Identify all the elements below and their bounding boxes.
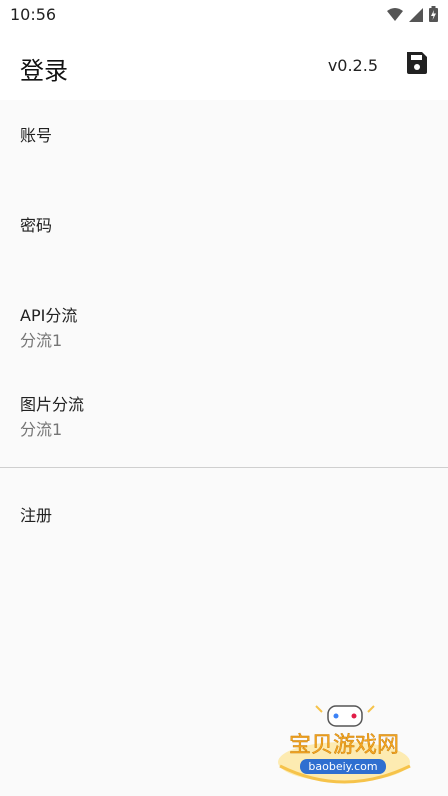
save-icon [405, 51, 429, 79]
cellular-signal-icon [409, 7, 423, 26]
app-bar: 登录 v0.2.5 [0, 30, 448, 100]
password-title: 密码 [20, 216, 53, 235]
battery-charging-icon [429, 6, 438, 26]
account-title: 账号 [20, 126, 53, 145]
watermark-logo: 宝贝游戏网 baobeiy.com [272, 702, 417, 786]
status-icons [387, 6, 438, 26]
page-title: 登录 [20, 57, 68, 85]
image-shunt-preference[interactable]: 图片分流 分流1 [0, 370, 448, 460]
status-bar: 10:56 [0, 0, 448, 30]
register-preference[interactable]: 注册 [0, 468, 448, 558]
version-label: v0.2.5 [327, 56, 378, 75]
api-shunt-summary: 分流1 [20, 331, 63, 350]
api-shunt-preference[interactable]: API分流 分流1 [0, 280, 448, 370]
password-preference[interactable]: 密码 [0, 190, 448, 280]
api-shunt-title: API分流 [20, 306, 78, 325]
register-title: 注册 [20, 506, 53, 525]
account-preference[interactable]: 账号 [0, 100, 448, 190]
image-shunt-summary: 分流1 [20, 420, 63, 439]
image-shunt-title: 图片分流 [20, 395, 85, 414]
svg-text:宝贝游戏网: 宝贝游戏网 [289, 733, 399, 758]
save-button[interactable] [402, 50, 432, 80]
svg-text:baobeiy.com: baobeiy.com [308, 760, 377, 773]
wifi-icon [387, 7, 403, 26]
status-time: 10:56 [10, 5, 57, 24]
